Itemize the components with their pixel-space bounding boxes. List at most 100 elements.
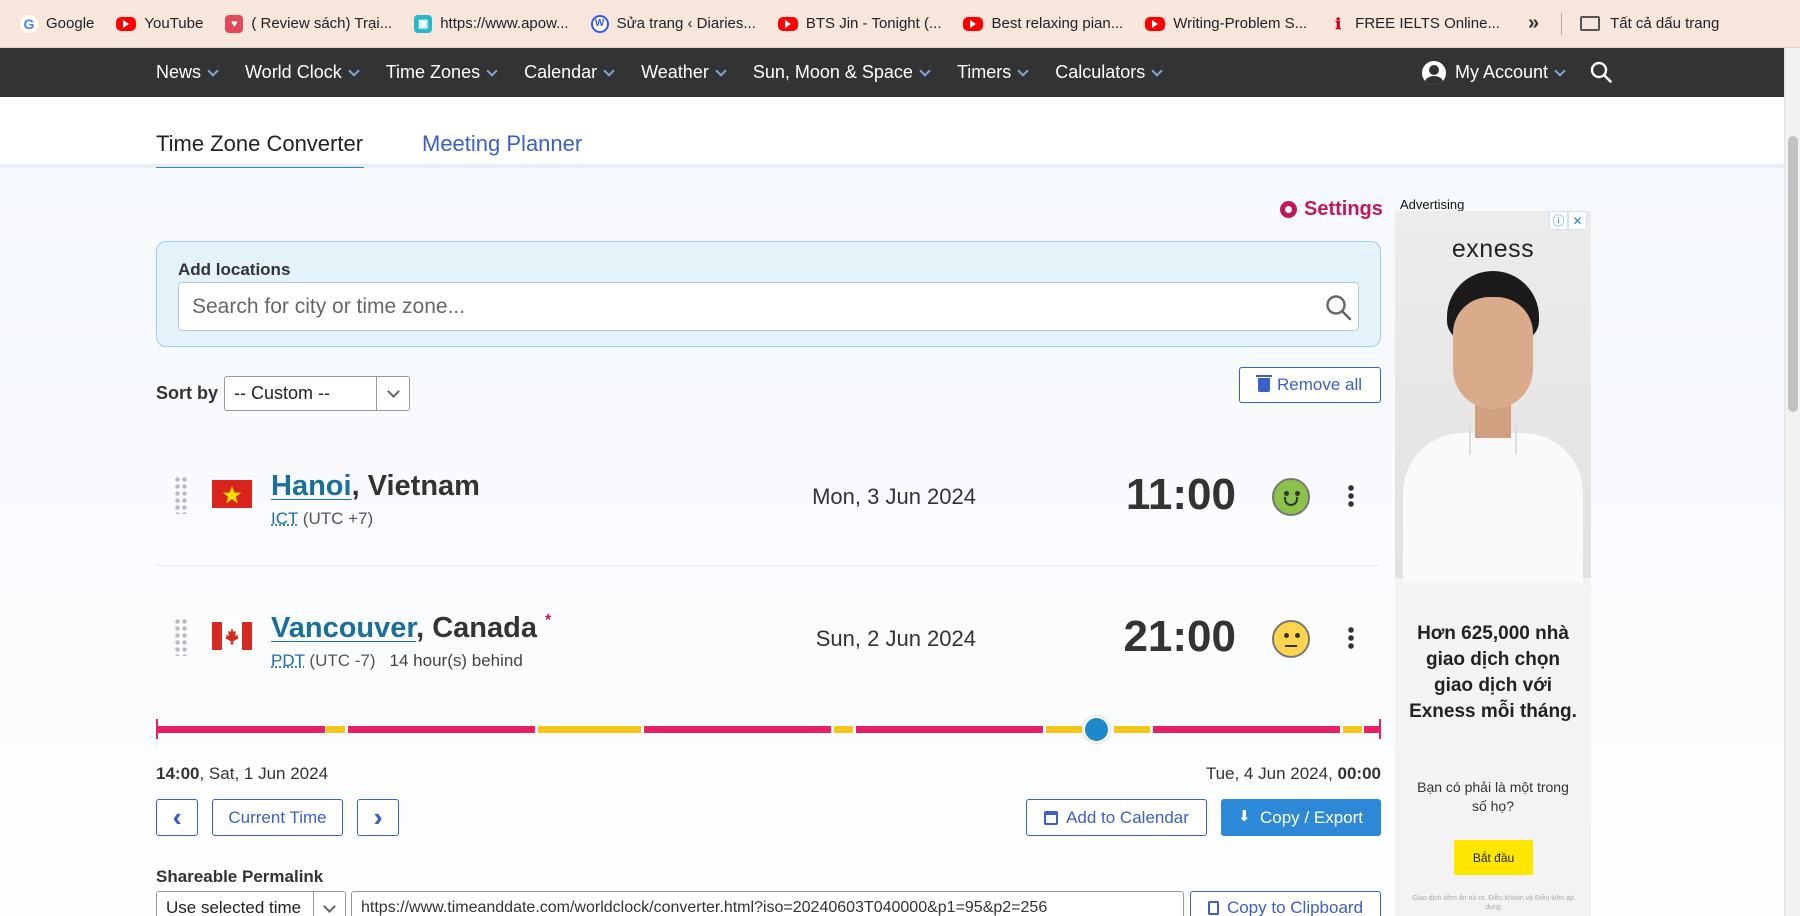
location-name: Hanoi, Vietnam	[271, 470, 480, 503]
add-locations-label: Add locations	[178, 260, 291, 279]
bookmark-google[interactable]: G Google	[12, 8, 102, 40]
chevron-down-icon	[386, 385, 400, 398]
tab-meeting-planner[interactable]: Meeting Planner	[422, 131, 582, 157]
permalink-dropdown-button[interactable]	[313, 892, 345, 916]
nav-weather[interactable]: Weather	[641, 62, 727, 83]
more-options-icon[interactable]	[1348, 626, 1354, 650]
time-slider[interactable]	[156, 713, 1381, 743]
converter-tabs: Time Zone Converter Meeting Planner	[0, 97, 1784, 173]
add-locations-box: Add locations	[156, 241, 1381, 347]
nav-news[interactable]: News	[156, 62, 219, 83]
city-link[interactable]: Hanoi	[271, 470, 352, 502]
drag-handle-icon[interactable]	[174, 618, 188, 656]
bookmark-diaries[interactable]: W Sửa trang ‹ Diaries...	[583, 8, 764, 40]
nav-sun-moon-space[interactable]: Sun, Moon & Space	[753, 62, 931, 83]
calendar-icon	[1044, 810, 1059, 825]
location-search-input[interactable]	[178, 282, 1359, 331]
wordpress-icon: W	[590, 14, 609, 33]
canada-flag-icon	[212, 622, 252, 650]
bookmarks-divider	[1561, 12, 1563, 35]
slider-segment-night	[856, 726, 1043, 733]
youtube-icon	[963, 16, 984, 31]
gear-icon	[1280, 201, 1297, 218]
nav-calendar[interactable]: Calendar	[524, 62, 615, 83]
ad-info-icon[interactable]: ⓘ	[1549, 211, 1568, 230]
slider-segment-night	[348, 726, 535, 733]
tab-time-zone-converter[interactable]: Time Zone Converter	[156, 131, 365, 173]
slider-end-tick	[1379, 719, 1381, 739]
trash-icon	[1255, 375, 1272, 392]
page-scrollbar[interactable]	[1784, 48, 1800, 916]
bookmark-piano[interactable]: Best relaxing pian...	[955, 8, 1131, 40]
remove-all-button[interactable]: Remove all	[1239, 367, 1381, 403]
ad-close-icon[interactable]: ✕	[1568, 211, 1587, 230]
all-bookmarks-folder[interactable]: Tất cả dấu trang	[1580, 15, 1719, 32]
nav-time-zones[interactable]: Time Zones	[386, 62, 498, 83]
timezone-abbr-link[interactable]: ICT	[271, 509, 298, 528]
timezone-info: PDT (UTC -7) 14 hour(s) behind	[271, 651, 523, 671]
slider-segment-night	[1153, 726, 1340, 733]
city-link[interactable]: Vancouver	[271, 612, 416, 644]
slider-segment-twilight	[326, 726, 345, 733]
bookmark-youtube[interactable]: YouTube	[108, 8, 211, 40]
account-icon	[1422, 60, 1446, 85]
next-day-button[interactable]: ››	[357, 799, 399, 836]
drag-handle-icon[interactable]	[174, 476, 188, 514]
neutral-face-icon	[1272, 620, 1310, 658]
dst-marker: *	[544, 612, 552, 629]
copy-to-clipboard-button[interactable]: Copy to Clipboard	[1190, 891, 1381, 916]
slider-thumb[interactable]	[1083, 716, 1110, 743]
clipboard-icon	[1207, 901, 1219, 915]
nav-timers[interactable]: Timers	[957, 62, 1029, 83]
sort-select-value: -- Custom --	[234, 383, 331, 403]
scrollbar-thumb[interactable]	[1788, 136, 1798, 412]
more-options-icon[interactable]	[1348, 484, 1354, 508]
nav-world-clock[interactable]: World Clock	[245, 62, 360, 83]
ad-fine-print: Giao dịch tiềm ẩn rủi ro. Điều khoản và …	[1412, 895, 1574, 911]
sort-by-label: Sort by	[156, 383, 219, 403]
chevron-down-icon	[603, 64, 615, 77]
country-name: , Canada	[416, 612, 537, 644]
sort-dropdown-button[interactable]	[376, 377, 409, 410]
bookmark-writing[interactable]: Writing-Problem S...	[1137, 8, 1315, 40]
ad-headline: Hơn 625,000 nhà giao dịch chọn giao dịch…	[1409, 623, 1577, 722]
ad-subtext: Bạn có phải là một trong số họ?	[1417, 779, 1569, 814]
ad-model-photo	[1395, 211, 1591, 583]
nav-calculators[interactable]: Calculators	[1055, 62, 1163, 83]
timezone-abbr-link[interactable]: PDT	[271, 651, 305, 670]
bookmark-bts[interactable]: BTS Jin - Tonight (...	[770, 8, 950, 40]
ad-controls: ⓘ ✕	[1549, 211, 1587, 230]
settings-button[interactable]: Settings	[1280, 198, 1383, 221]
bookmarks-overflow-button[interactable]: »	[1528, 12, 1539, 35]
advertisement[interactable]: exness Hơn 625,000 nhà giao dịch chọn gi…	[1395, 211, 1591, 916]
add-to-calendar-button[interactable]: Add to Calendar	[1026, 799, 1207, 836]
copy-export-button[interactable]: Copy / Export	[1221, 799, 1381, 836]
search-icon[interactable]	[1325, 294, 1352, 321]
chevron-down-icon	[1017, 64, 1029, 77]
chevron-down-icon	[323, 899, 336, 913]
bookmarks-bar: G Google YouTube ♥( Review sách) Trại... …	[0, 0, 1800, 48]
previous-day-button[interactable]: ‹‹	[156, 799, 198, 836]
permalink-time-select[interactable]: Use selected time	[156, 891, 346, 916]
slider-segment-twilight	[1046, 726, 1082, 733]
bookmark-review[interactable]: ♥( Review sách) Trại...	[217, 8, 400, 40]
happy-face-icon	[1272, 478, 1310, 516]
current-time-button[interactable]: Current Time	[212, 799, 343, 836]
range-start-label: 14:00, Sat, 1 Jun 2024	[156, 764, 329, 783]
slider-segment-twilight	[1343, 726, 1362, 733]
range-end-label: Tue, 4 Jun 2024, 00:00	[1205, 764, 1381, 783]
bookmark-ielts[interactable]: ℹ FREE IELTS Online...	[1321, 8, 1508, 40]
sort-select[interactable]: -- Custom --	[224, 376, 411, 411]
my-account-menu[interactable]: My Account	[1422, 60, 1566, 85]
chevron-down-icon	[1151, 64, 1163, 77]
bookmark-apowersoft[interactable]: ▣ https://www.apow...	[406, 8, 576, 40]
review-icon: ♥	[225, 14, 244, 33]
folder-icon	[1580, 16, 1601, 31]
location-date: Sun, 2 Jun 2024	[815, 626, 976, 651]
search-icon[interactable]	[1590, 61, 1612, 83]
permalink-url-field[interactable]	[351, 891, 1184, 916]
ad-cta-button[interactable]: Bắt đầu	[1454, 840, 1533, 875]
slider-segment-twilight	[1114, 726, 1150, 733]
main-navigation: News World Clock Time Zones Calendar Wea…	[0, 48, 1784, 97]
ad-brand-logo: exness	[1451, 235, 1535, 263]
